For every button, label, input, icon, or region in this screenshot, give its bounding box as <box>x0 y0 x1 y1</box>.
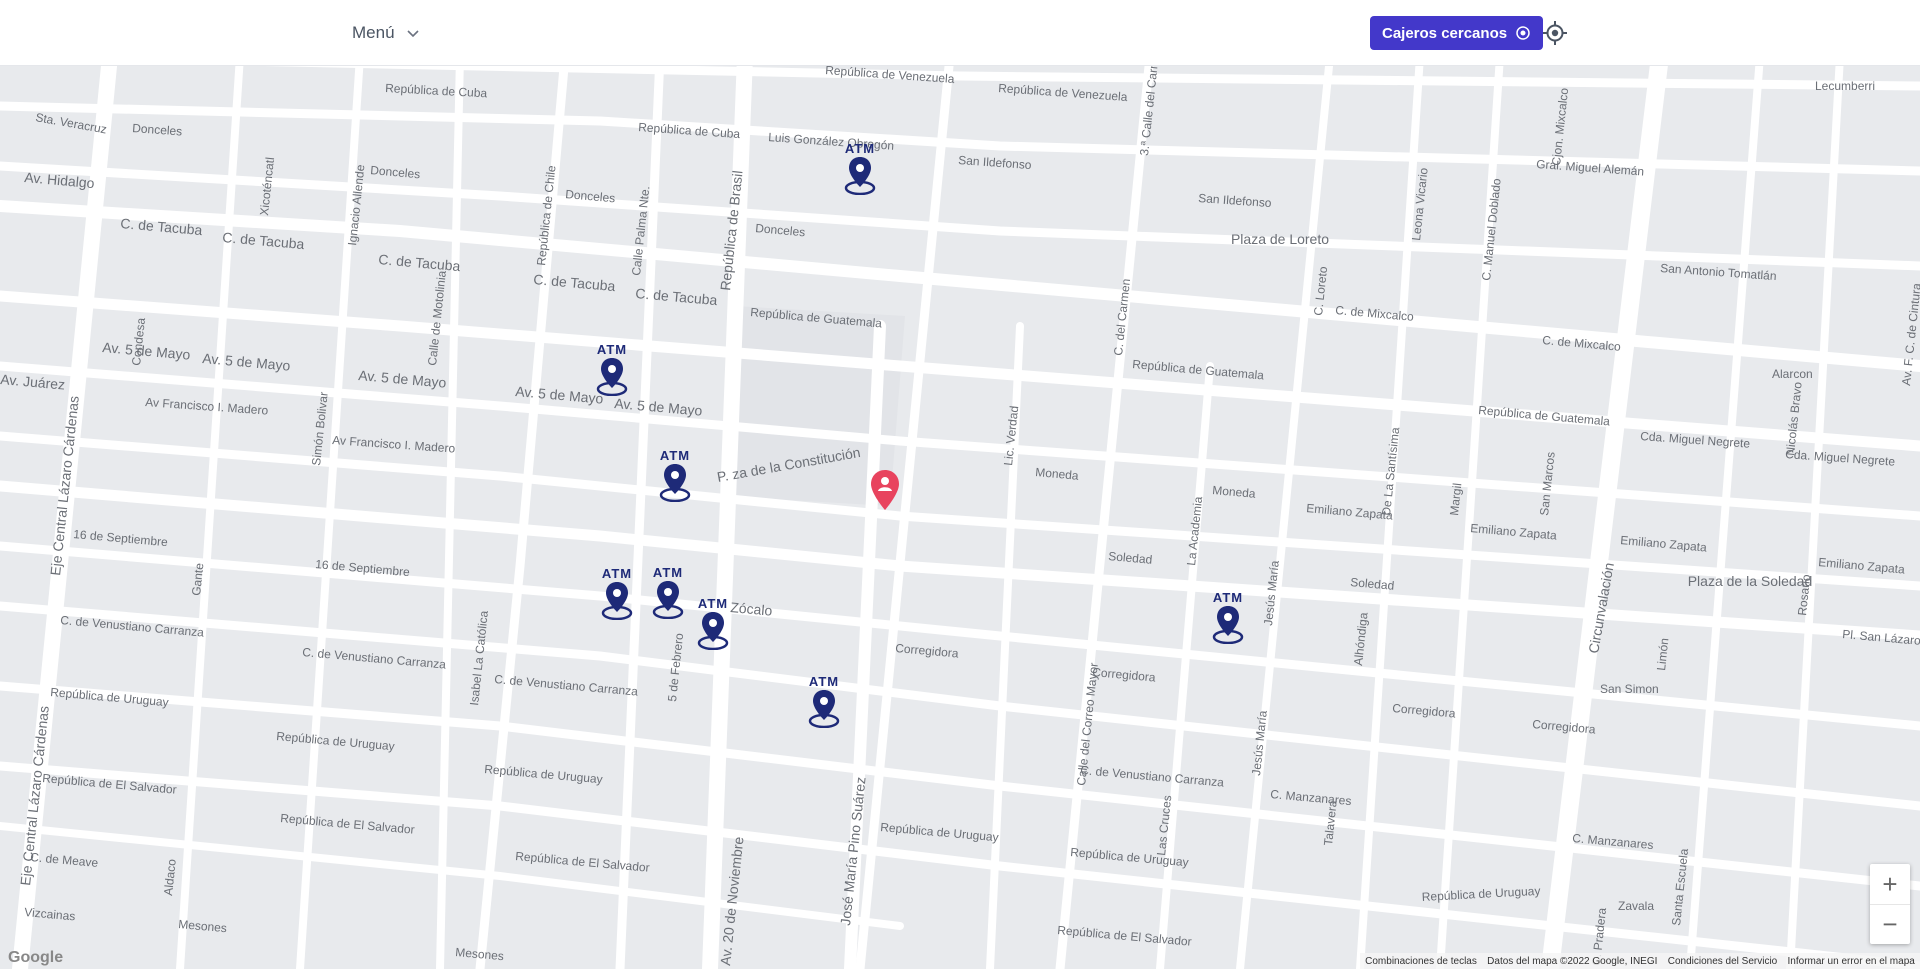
atm-label: ATM <box>844 141 876 156</box>
keyboard-shortcuts-link[interactable]: Combinaciones de teclas <box>1365 956 1477 967</box>
street-label: Alarcon <box>1772 367 1813 381</box>
atm-label: ATM <box>1212 590 1244 605</box>
map-pin-icon <box>1212 606 1244 644</box>
map-pin-icon <box>844 157 876 195</box>
zoom-control: + − <box>1870 864 1910 944</box>
map-canvas[interactable]: República de Cuba República de Venezuela… <box>0 66 1920 969</box>
street-label: Zavala <box>1618 899 1654 913</box>
street-label: Lecumberri <box>1815 79 1875 93</box>
menu-label: Menú <box>352 23 395 42</box>
map-data-attribution: Datos del mapa ©2022 Google, INEGI <box>1487 955 1658 967</box>
plaza-soledad-label: Plaza de la Soledad <box>1688 573 1813 589</box>
atm-pin[interactable]: ATM <box>592 342 632 402</box>
atm-pin[interactable]: ATM <box>597 566 637 626</box>
street-map: República de Cuba República de Venezuela… <box>0 66 1920 969</box>
plaza-loreto-label: Plaza de Loreto <box>1231 231 1329 247</box>
atm-label: ATM <box>659 448 691 463</box>
google-logo: Google <box>8 949 64 966</box>
map-pin-icon <box>697 612 729 650</box>
target-icon <box>1516 26 1530 40</box>
map-pin-icon <box>652 581 684 619</box>
map-footer: Combinaciones de teclas Datos del mapa ©… <box>1360 953 1920 969</box>
report-error-link[interactable]: Informar un error en el mapa <box>1788 956 1915 967</box>
atm-label: ATM <box>697 596 729 611</box>
map-pin-icon <box>808 690 840 728</box>
menu-button[interactable]: Menú <box>352 20 421 46</box>
user-location-icon[interactable] <box>868 468 902 512</box>
atm-label: ATM <box>596 342 628 357</box>
terms-link[interactable]: Condiciones del Servicio <box>1668 956 1778 967</box>
map-pin-icon <box>596 358 628 396</box>
zoom-in-button[interactable]: + <box>1870 864 1910 904</box>
atm-pin[interactable]: ATM <box>840 141 880 201</box>
nearby-atms-label: Cajeros cercanos <box>1382 24 1508 42</box>
atm-label: ATM <box>808 674 840 689</box>
atm-label: ATM <box>601 566 633 581</box>
top-header: Menú Cajeros cercanos <box>0 0 1920 66</box>
map-pin-icon <box>601 582 633 620</box>
atm-pin[interactable]: ATM <box>655 448 695 508</box>
zoom-out-button[interactable]: − <box>1870 904 1910 944</box>
map-pin-icon <box>659 464 691 502</box>
atm-pin[interactable]: ATM <box>693 596 733 656</box>
chevron-down-icon <box>406 30 419 38</box>
atm-pin[interactable]: ATM <box>1208 590 1248 650</box>
nearby-atms-button[interactable]: Cajeros cercanos <box>1370 16 1544 50</box>
crosshair-icon[interactable] <box>1542 20 1568 46</box>
atm-pin[interactable]: ATM <box>648 565 688 625</box>
atm-label: ATM <box>652 565 684 580</box>
street-label: San Simon <box>1600 682 1659 696</box>
atm-pin[interactable]: ATM <box>804 674 844 734</box>
